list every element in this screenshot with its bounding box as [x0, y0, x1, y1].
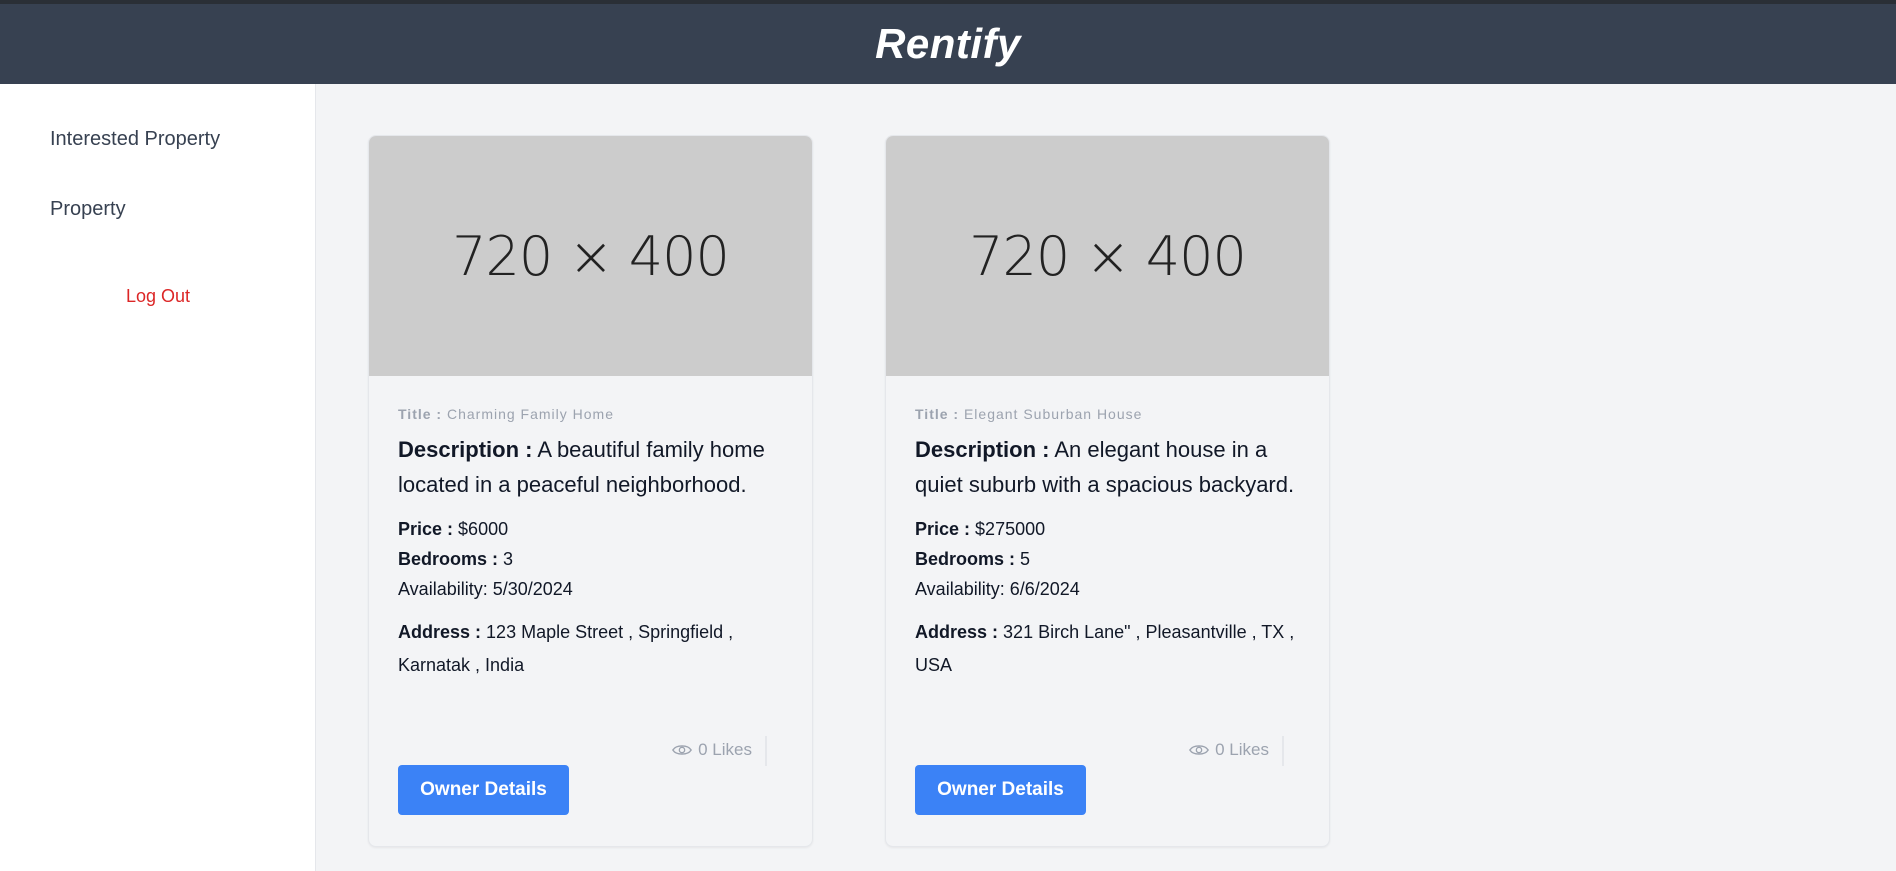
- owner-details-button[interactable]: Owner Details: [398, 765, 569, 815]
- address-label: Address :: [915, 622, 999, 642]
- title-label: Title :: [398, 406, 443, 422]
- bedrooms-value: 5: [1020, 549, 1031, 569]
- eye-icon: [1189, 745, 1210, 755]
- property-address: Address : 321 Birch Lane" , Pleasantvill…: [915, 616, 1300, 682]
- price-label: Price :: [398, 519, 454, 539]
- logout-button[interactable]: Log Out: [0, 286, 316, 307]
- property-card: 720 × 400 Title : Charming Family Home D…: [368, 135, 813, 847]
- price-value: $275000: [975, 519, 1046, 539]
- title-value: Charming Family Home: [446, 406, 615, 422]
- property-list: 720 × 400 Title : Charming Family Home D…: [317, 84, 1896, 871]
- property-title: Title : Charming Family Home: [398, 406, 783, 422]
- address-label: Address :: [398, 622, 482, 642]
- likes-divider: [1282, 736, 1284, 766]
- property-address: Address : 123 Maple Street , Springfield…: [398, 616, 783, 682]
- brand-logo: Rentify: [875, 20, 1021, 67]
- property-price: Price : $6000: [398, 514, 783, 544]
- eye-icon: [672, 745, 693, 755]
- likes-text: 0 Likes: [698, 740, 752, 759]
- top-header: Rentify: [0, 0, 1896, 84]
- property-bedrooms: Bedrooms : 5: [915, 544, 1300, 574]
- property-price: Price : $275000: [915, 514, 1300, 544]
- sidebar-item-property[interactable]: Property: [50, 198, 126, 221]
- property-availability: Availability: 5/30/2024: [398, 579, 573, 599]
- bedrooms-label: Bedrooms :: [915, 549, 1016, 569]
- bedrooms-value: 3: [503, 549, 514, 569]
- title-label: Title :: [915, 406, 960, 422]
- price-label: Price :: [915, 519, 971, 539]
- likes-row: 0 Likes: [886, 736, 1329, 766]
- likes-divider: [765, 736, 767, 766]
- owner-details-button[interactable]: Owner Details: [915, 765, 1086, 815]
- title-value: Elegant Suburban House: [963, 406, 1143, 422]
- likes-count[interactable]: 0 Likes: [672, 740, 752, 760]
- property-availability: Availability: 6/6/2024: [915, 579, 1080, 599]
- property-image-placeholder: 720 × 400: [886, 136, 1329, 376]
- property-bedrooms: Bedrooms : 3: [398, 544, 783, 574]
- bedrooms-label: Bedrooms :: [398, 549, 499, 569]
- likes-row: 0 Likes: [369, 736, 812, 766]
- property-title: Title : Elegant Suburban House: [915, 406, 1300, 422]
- property-image-placeholder: 720 × 400: [369, 136, 812, 376]
- sidebar: Interested Property Property Log Out: [0, 84, 316, 871]
- sidebar-item-interested-property[interactable]: Interested Property: [50, 128, 220, 151]
- likes-text: 0 Likes: [1215, 740, 1269, 759]
- price-value: $6000: [458, 519, 509, 539]
- property-card: 720 × 400 Title : Elegant Suburban House…: [885, 135, 1330, 847]
- property-description: Description : A beautiful family home lo…: [398, 432, 783, 502]
- description-label: Description :: [915, 437, 1050, 462]
- property-description: Description : An elegant house in a quie…: [915, 432, 1300, 502]
- description-label: Description :: [398, 437, 533, 462]
- likes-count[interactable]: 0 Likes: [1189, 740, 1269, 760]
